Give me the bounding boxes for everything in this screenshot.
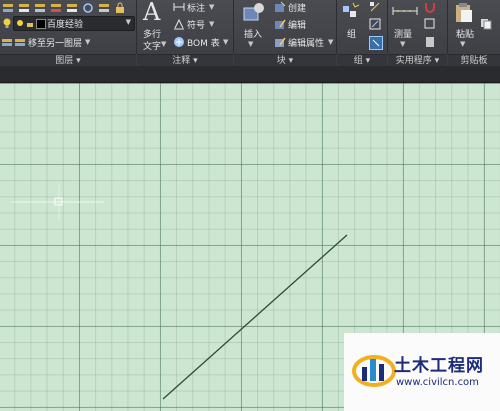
civilcn-logo-icon: [352, 355, 396, 387]
unlock-icon: [26, 19, 34, 27]
ribbon: 百度经验 ▼ 移至另一图层 ▼ 图层 ▾ A 多行 文字 ▼ 标注 ▼ 符号 ▼…: [0, 0, 500, 67]
chevron-down-icon[interactable]: ▼: [248, 40, 253, 48]
color-swatch: [36, 19, 46, 29]
move-to-layer-label[interactable]: 移至另一图层: [28, 36, 82, 49]
layer-previous-icon[interactable]: [34, 2, 46, 14]
layer-match-icon[interactable]: [18, 2, 30, 14]
symbol-icon[interactable]: [173, 18, 185, 30]
group-icon[interactable]: [341, 2, 361, 22]
layers-panel: 百度经验 ▼ 移至另一图层 ▼: [0, 0, 137, 54]
watermark-site-name: 土木工程网: [394, 356, 484, 376]
site-watermark: 土木工程网 www.civilcn.com: [344, 333, 500, 411]
insert-block-icon[interactable]: [242, 2, 266, 24]
paste-label[interactable]: 粘贴: [456, 27, 474, 40]
edit-attributes-label[interactable]: 编辑属性: [288, 36, 324, 49]
quick-select-icon[interactable]: [424, 18, 436, 30]
create-block-icon[interactable]: [274, 1, 286, 13]
bulb-icon[interactable]: [1, 17, 13, 29]
layer-isolate-icon[interactable]: [50, 2, 62, 14]
chevron-down-icon[interactable]: ▼: [223, 38, 228, 46]
edit-block-icon[interactable]: [274, 18, 286, 30]
chevron-down-icon[interactable]: ▼: [209, 20, 214, 28]
chevron-down-icon[interactable]: ▼: [209, 3, 214, 11]
chevron-down-icon[interactable]: ▼: [328, 38, 333, 46]
mtext-icon[interactable]: A: [143, 0, 160, 24]
copy-icon[interactable]: [480, 18, 492, 30]
layer-unisolate-icon[interactable]: [66, 2, 78, 14]
chevron-down-icon[interactable]: ▼: [161, 40, 166, 48]
layer-lock-icon[interactable]: [114, 2, 126, 14]
mtext-label-2[interactable]: 文字: [143, 39, 161, 52]
move-layer-icon[interactable]: [14, 36, 26, 48]
measure-icon[interactable]: [392, 4, 418, 18]
clipboard-panel: 粘贴 ▼: [448, 0, 500, 54]
layer-freeze-icon[interactable]: [82, 2, 94, 14]
calculator-icon[interactable]: [424, 36, 436, 48]
bom-icon[interactable]: [173, 36, 185, 48]
edit-label[interactable]: 编辑: [288, 18, 306, 31]
layer-walk-icon[interactable]: [1, 36, 13, 48]
layer-state-icon[interactable]: [2, 2, 14, 14]
dimension-label[interactable]: 标注: [187, 1, 205, 14]
utilities-panel: 测量 ▼: [388, 0, 448, 54]
sun-icon: [16, 19, 24, 27]
create-label[interactable]: 创建: [288, 1, 306, 14]
edit-attributes-icon[interactable]: [274, 36, 286, 48]
group-selection-icon[interactable]: [369, 36, 383, 50]
drawn-line[interactable]: [162, 234, 348, 400]
layer-dropdown[interactable]: 百度经验 ▼: [13, 16, 135, 31]
chevron-down-icon[interactable]: ▼: [400, 40, 405, 48]
layer-off-icon[interactable]: [98, 2, 110, 14]
block-panel: 插入 ▼ 创建 编辑 编辑属性 ▼: [234, 0, 337, 54]
paste-icon[interactable]: [454, 2, 474, 24]
magnet-icon[interactable]: [424, 1, 436, 13]
symbol-label[interactable]: 符号: [187, 18, 205, 31]
group-panel: 组: [337, 0, 388, 54]
chevron-down-icon[interactable]: ▼: [460, 40, 465, 48]
chevron-down-icon: ▼: [125, 18, 131, 26]
insert-label[interactable]: 插入: [244, 27, 262, 40]
annotation-panel: A 多行 文字 ▼ 标注 ▼ 符号 ▼ BOM 表 ▼: [137, 0, 234, 54]
current-layer-name: 百度经验: [47, 20, 84, 30]
watermark-url: www.civilcn.com: [396, 377, 479, 388]
bom-label[interactable]: BOM 表: [187, 36, 220, 49]
group-edit-icon[interactable]: [369, 18, 381, 30]
file-tab-bar: [0, 66, 500, 83]
group-label[interactable]: 组: [347, 27, 356, 40]
ungroup-icon[interactable]: [369, 1, 381, 13]
chevron-down-icon[interactable]: ▼: [85, 38, 90, 46]
dimension-icon[interactable]: [173, 1, 185, 13]
measure-label[interactable]: 测量: [394, 27, 412, 40]
